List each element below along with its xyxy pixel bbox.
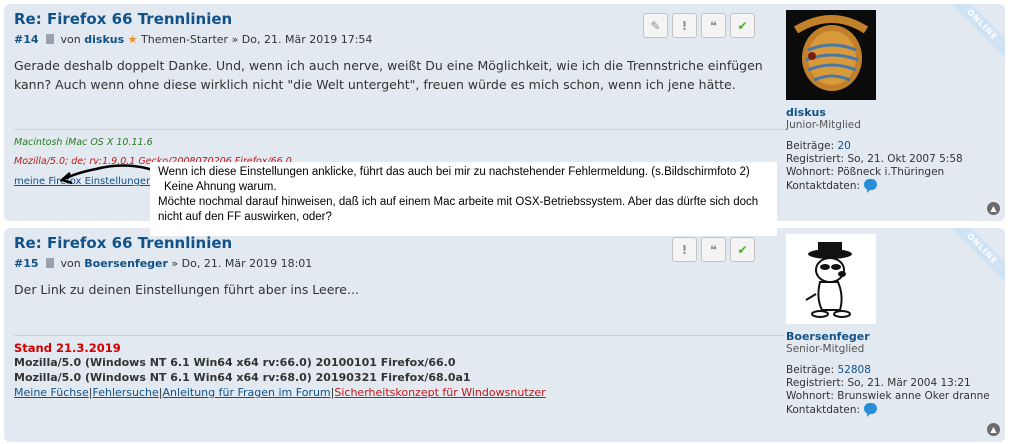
by-label: von	[60, 257, 81, 270]
contact-label: Kontaktdaten:	[786, 180, 861, 192]
chat-bubble-icon[interactable]	[864, 179, 878, 193]
post-profile: diskus Junior-Mitglied Beiträge: 20 Regi…	[786, 4, 1005, 221]
registered-label: Registriert:	[786, 153, 845, 165]
author-link[interactable]: diskus	[84, 33, 124, 46]
signature-link-fuechse[interactable]: Meine Füchse	[14, 386, 89, 399]
signature: Stand 21.3.2019 Mozilla/5.0 (Windows NT …	[14, 335, 784, 400]
post-date: » Do, 21. Mär 2019 18:01	[171, 257, 313, 270]
report-button[interactable]: !	[672, 237, 697, 262]
profile-username[interactable]: Boersenfeger	[786, 330, 870, 343]
pencil-icon: ✎	[650, 18, 661, 33]
profile-rank: Junior-Mitglied	[786, 119, 861, 131]
author-link[interactable]: Boersenfeger	[84, 257, 168, 270]
exclamation-icon: !	[681, 18, 688, 33]
location-value: Brunswiek anne Oker dranne	[837, 390, 990, 402]
by-label: von	[60, 33, 81, 46]
online-ribbon: ONLINE	[945, 228, 1005, 286]
signature-link-fehlersuche[interactable]: Fehlersuche	[92, 386, 158, 399]
post-date: » Do, 21. Mär 2019 17:54	[231, 33, 373, 46]
posts-label: Beiträge:	[786, 364, 835, 376]
annotation-line-3: Möchte nochmal darauf hinweisen, daß ich…	[158, 196, 759, 208]
posts-label: Beiträge:	[786, 140, 835, 152]
post-title[interactable]: Re: Firefox 66 Trennlinien	[14, 234, 784, 252]
quote-icon: ❝	[709, 242, 718, 257]
exclamation-icon: !	[681, 242, 688, 257]
accept-answer-button[interactable]: ✔	[730, 13, 755, 38]
annotation-line-1: Wenn ich diese Einstellungen anklicke, f…	[158, 166, 750, 178]
star-icon: ★	[127, 33, 138, 46]
quote-button[interactable]: ❝	[701, 237, 726, 262]
accept-answer-button[interactable]: ✔	[730, 237, 755, 262]
post-buttons: ! ❝ ✔	[672, 237, 755, 262]
signature-system: Macintosh iMac OS X 10.11.6	[14, 137, 153, 148]
post-profile: Boersenfeger Senior-Mitglied Beiträge: 5…	[786, 228, 1005, 442]
posts-count-link[interactable]: 20	[837, 140, 850, 152]
report-button[interactable]: !	[672, 13, 697, 38]
post-15: Re: Firefox 66 Trennlinien #15 von Boers…	[4, 228, 1005, 442]
signature-links: Meine Füchse|Fehlersuche|Anleitung für F…	[14, 385, 784, 400]
signature-stand: Stand 21.3.2019	[14, 341, 121, 355]
quote-icon: ❝	[709, 18, 718, 33]
annotation-note: Wenn ich diese Einstellungen anklicke, f…	[150, 162, 777, 236]
annotation-line-4: nicht auf den FF auswirken, oder?	[158, 211, 332, 223]
signature-ua-2: Mozilla/5.0 (Windows NT 6.1 Win64 x64 rv…	[14, 371, 471, 384]
post-buttons: ✎ ! ❝ ✔	[643, 13, 755, 38]
location-label: Wohnort:	[786, 390, 834, 402]
avatar[interactable]	[786, 234, 876, 324]
location-label: Wohnort:	[786, 166, 834, 178]
online-status: ONLINE	[965, 231, 1000, 266]
edit-button[interactable]: ✎	[643, 13, 668, 38]
quote-button[interactable]: ❝	[701, 13, 726, 38]
post-content: Der Link zu deinen Einstellungen führt a…	[14, 282, 359, 297]
location-value: Pößneck i.Thüringen	[837, 166, 945, 178]
profile-username[interactable]: diskus	[786, 106, 826, 119]
chevron-up-icon[interactable]: ▲	[987, 202, 1000, 215]
file-icon	[46, 258, 55, 268]
annotation-line-2: Keine Ahnung warum.	[164, 181, 277, 193]
profile-details: Beiträge: 20 Registriert: So, 21. Okt 20…	[786, 140, 963, 193]
post-body: Re: Firefox 66 Trennlinien #15 von Boers…	[14, 234, 784, 299]
post-number-link[interactable]: #15	[14, 257, 39, 270]
avatar[interactable]	[786, 10, 876, 100]
post-author-line: #15 von Boersenfeger » Do, 21. Mär 2019 …	[14, 257, 784, 271]
post-content: Gerade deshalb doppelt Danke. Und, wenn …	[14, 58, 763, 92]
online-status: ONLINE	[965, 7, 1000, 42]
author-badge: Themen-Starter	[141, 33, 229, 46]
signature-link-anleitung[interactable]: Anleitung für Fragen im Forum	[163, 386, 331, 399]
chat-bubble-icon[interactable]	[864, 403, 878, 417]
registered-value: So, 21. Okt 2007 5:58	[847, 153, 963, 165]
file-icon	[46, 34, 55, 44]
profile-rank: Senior-Mitglied	[786, 343, 865, 355]
post-number-link[interactable]: #14	[14, 33, 39, 46]
registered-value: So, 21. Mär 2004 13:21	[847, 377, 971, 389]
profile-details: Beiträge: 52808 Registriert: So, 21. Mär…	[786, 364, 990, 417]
checkmark-icon: ✔	[737, 242, 748, 257]
contact-label: Kontaktdaten:	[786, 404, 861, 416]
chevron-up-icon[interactable]: ▲	[987, 423, 1000, 436]
checkmark-icon: ✔	[737, 18, 748, 33]
posts-count-link[interactable]: 52808	[837, 364, 870, 376]
signature-ua-1: Mozilla/5.0 (Windows NT 6.1 Win64 x64 rv…	[14, 356, 456, 369]
registered-label: Registriert:	[786, 377, 845, 389]
signature-link-sicherheit[interactable]: Sicherheitskonzept für Windowsnutzer	[334, 386, 545, 399]
online-ribbon: ONLINE	[945, 4, 1005, 62]
